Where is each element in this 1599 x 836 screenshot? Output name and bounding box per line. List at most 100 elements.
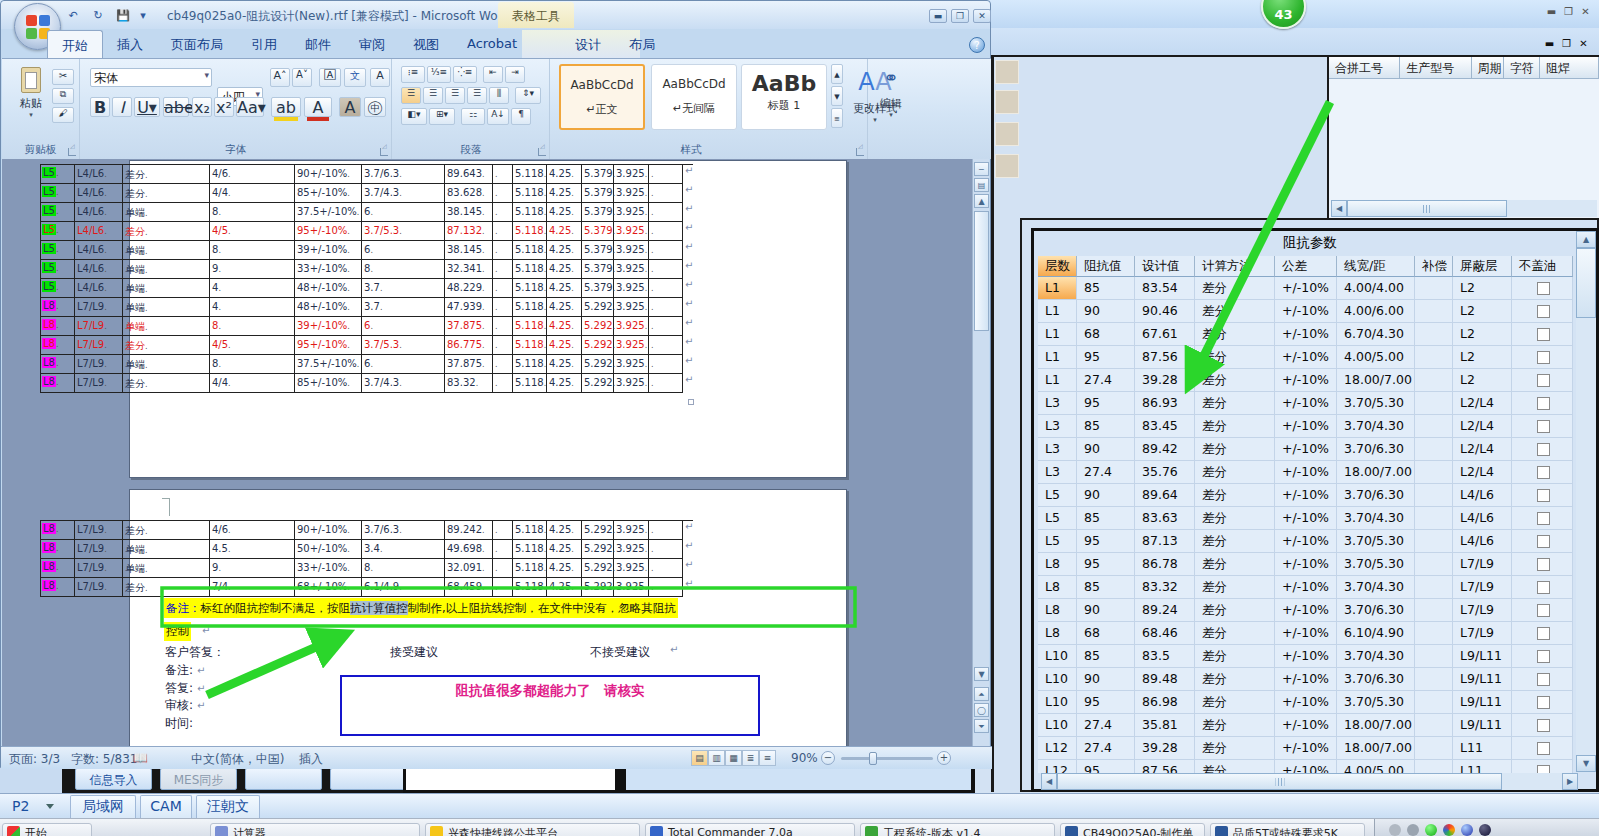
horizontal-scrollbar[interactable]: ◀: [1331, 200, 1597, 217]
doc-table-row[interactable]: L8L7/L9单端933+/-10%832.0915.1184.255.2923…: [41, 559, 693, 578]
redo-icon[interactable]: ↻: [88, 7, 108, 24]
param-cell-checkbox[interactable]: [1512, 760, 1573, 773]
highlight-color-button[interactable]: ab: [271, 97, 301, 117]
mini-column-header[interactable]: 生产型号: [1400, 57, 1471, 79]
shading-button[interactable]: ◧▾: [401, 108, 427, 125]
doc-table-row[interactable]: L8L7/L9差分4/690+/-10%3.7/6.389.2425.1184.…: [41, 521, 693, 540]
param-row[interactable]: L127.439.28差分+/-10%18.00/7.00L2: [1038, 369, 1573, 392]
checkbox[interactable]: [1537, 489, 1550, 502]
taskbar-item[interactable]: 兴森快捷线路公共平台: [425, 823, 640, 836]
param-row[interactable]: L59587.13差分+/-10%3.70/5.30L4/L6: [1038, 530, 1573, 553]
param-row[interactable]: L108583.5差分+/-10%3.70/4.30L9/L11: [1038, 645, 1573, 668]
view-switcher[interactable]: ▤▥▦≣≡: [691, 750, 776, 766]
dialog-launcher-icon[interactable]: [68, 148, 76, 156]
doc-warning-box[interactable]: 阻抗值很多都超能力了 请核实: [340, 675, 760, 736]
multilevel-list-button[interactable]: ⁛≡: [453, 66, 477, 83]
phonetic-guide-button[interactable]: 文: [344, 68, 366, 87]
column-header[interactable]: 层数: [1038, 256, 1077, 277]
tray-icon[interactable]: [1425, 824, 1437, 836]
param-cell-checkbox[interactable]: [1512, 530, 1573, 553]
doc-table-row[interactable]: L8L7/L9单端837.5+/-10%637.8755.1184.255.29…: [41, 355, 693, 374]
word-count[interactable]: 字数: 5/831: [71, 751, 137, 768]
context-tab-布局[interactable]: 布局: [615, 30, 669, 58]
param-row[interactable]: L38583.45差分+/-10%3.70/4.30L2/L4: [1038, 415, 1573, 438]
column-header[interactable]: 公差: [1275, 256, 1337, 277]
taskbar-item[interactable]: 开始: [2, 823, 92, 836]
checkbox[interactable]: [1537, 627, 1550, 640]
checkbox[interactable]: [1537, 604, 1550, 617]
param-cell-checkbox[interactable]: [1512, 369, 1573, 392]
styles-scrollbar[interactable]: ▲ ▼ ≡: [831, 64, 843, 130]
param-cell-checkbox[interactable]: [1512, 668, 1573, 691]
param-cell-checkbox[interactable]: [1512, 737, 1573, 760]
line-spacing-button[interactable]: ⇕▾: [515, 87, 541, 104]
param-row[interactable]: L1227.439.28差分+/-10%18.00/7.00L11: [1038, 737, 1573, 760]
bullets-button[interactable]: ⁝≡: [401, 66, 425, 83]
param-row[interactable]: L39586.93差分+/-10%3.70/5.30L2/L4: [1038, 392, 1573, 415]
param-row[interactable]: L327.435.76差分+/-10%18.00/7.00L2/L4: [1038, 461, 1573, 484]
button-MES同步[interactable]: MES同步: [160, 768, 237, 790]
font-name-combo[interactable]: 宋体: [90, 68, 212, 87]
zoom-out-icon[interactable]: −: [821, 751, 835, 765]
button-信息导入[interactable]: 信息导入: [75, 768, 152, 790]
param-row[interactable]: L39089.42差分+/-10%3.70/6.30L2/L4: [1038, 438, 1573, 461]
doc-table-row[interactable]: L5L4/L6单端837.5+/-10%638.1455.1184.255.37…: [41, 203, 693, 222]
dropdown-arrow-icon[interactable]: [46, 804, 54, 809]
param-cell-checkbox[interactable]: [1512, 622, 1573, 645]
align-center-button[interactable]: ☰: [423, 87, 443, 104]
doc-table-page3[interactable]: L8L7/L9差分4/690+/-10%3.7/6.389.2425.1184.…: [40, 520, 693, 597]
checkbox[interactable]: [1537, 420, 1550, 433]
sort-button[interactable]: A↓: [487, 108, 509, 125]
tray-icon[interactable]: [1461, 824, 1473, 836]
context-tab-设计[interactable]: 设计: [561, 30, 615, 58]
checkbox[interactable]: [1537, 581, 1550, 594]
param-cell-checkbox[interactable]: [1512, 484, 1573, 507]
checkbox[interactable]: [1537, 466, 1550, 479]
column-header[interactable]: 线宽/距: [1337, 256, 1415, 277]
taskbar-item[interactable]: 品质5T或特殊要求5K: [1210, 823, 1365, 836]
mini-column-header[interactable]: 周期: [1472, 57, 1505, 79]
underline-button[interactable]: U▾: [134, 97, 160, 117]
doc-field[interactable]: 审核: ↵: [165, 697, 205, 714]
tab-插入[interactable]: 插入: [103, 30, 157, 58]
borders-button[interactable]: ⊞▾: [429, 108, 455, 125]
tab-页面布局[interactable]: 页面布局: [157, 30, 237, 58]
dialog-launcher-icon[interactable]: [380, 148, 388, 156]
word-vertical-scrollbar[interactable]: ─ ▤ ▲ ▼ ⏶ ◯ ⏷: [972, 159, 989, 749]
doc-table-row[interactable]: L8L7/L9单端4.550+/-10%3.449.6985.1184.255.…: [41, 540, 693, 559]
tab-局域网[interactable]: 局域网: [70, 795, 136, 819]
checkbox[interactable]: [1537, 397, 1550, 410]
align-right-button[interactable]: ☰: [445, 87, 465, 104]
param-row[interactable]: L109586.98差分+/-10%3.70/5.30L9/L11: [1038, 691, 1573, 714]
doc-field[interactable]: 答复: ↵: [165, 680, 205, 697]
char-border-button[interactable]: A: [370, 68, 390, 87]
doc-table-row[interactable]: L5L4/L6单端448+/-10%3.748.2295.1184.255.37…: [41, 279, 693, 298]
param-row[interactable]: L89586.78差分+/-10%3.70/5.30L7/L9: [1038, 553, 1573, 576]
tab-审阅[interactable]: 审阅: [345, 30, 399, 58]
doc-reply-line[interactable]: 客户答复： 接受建议 不接受建议 ↵: [165, 644, 225, 661]
param-cell-checkbox[interactable]: [1512, 714, 1573, 737]
doc-note-line1[interactable]: 备注：标红的阻抗控制不满足，按阻抗计算值控制制作,以上阻抗线控制，在文件中没有，…: [164, 598, 678, 618]
tray-icon[interactable]: [1479, 824, 1491, 836]
zoom-in-icon[interactable]: +: [937, 751, 951, 765]
style-no-spacing[interactable]: AaBbCcDd ↵无间隔: [651, 64, 737, 130]
checkbox[interactable]: [1537, 765, 1550, 773]
param-row[interactable]: L1027.435.81差分+/-10%18.00/7.00L9/L11: [1038, 714, 1573, 737]
param-cell-checkbox[interactable]: [1512, 392, 1573, 415]
zoom-slider[interactable]: [841, 757, 933, 760]
checkbox[interactable]: [1537, 328, 1550, 341]
zoom-level[interactable]: 90%: [791, 751, 818, 765]
param-cell-checkbox[interactable]: [1512, 323, 1573, 346]
doc-note-line2[interactable]: 控制: [164, 622, 191, 641]
checkbox[interactable]: [1537, 512, 1550, 525]
proofing-icon[interactable]: 📖: [133, 751, 147, 765]
button-blank[interactable]: [245, 768, 322, 790]
copy-button[interactable]: ⧉: [52, 88, 74, 104]
taskbar-item[interactable]: 计算器: [210, 823, 420, 836]
change-case-button[interactable]: Aa▾: [236, 97, 264, 117]
param-cell-checkbox[interactable]: [1512, 691, 1573, 714]
doc-field[interactable]: 时间:: [165, 715, 193, 732]
subscript-button[interactable]: x₂: [192, 97, 212, 117]
checkbox[interactable]: [1537, 443, 1550, 456]
doc-table-row[interactable]: L8L7/L9差分4/595+/-10%3.7/5.386.7755.1184.…: [41, 336, 693, 355]
